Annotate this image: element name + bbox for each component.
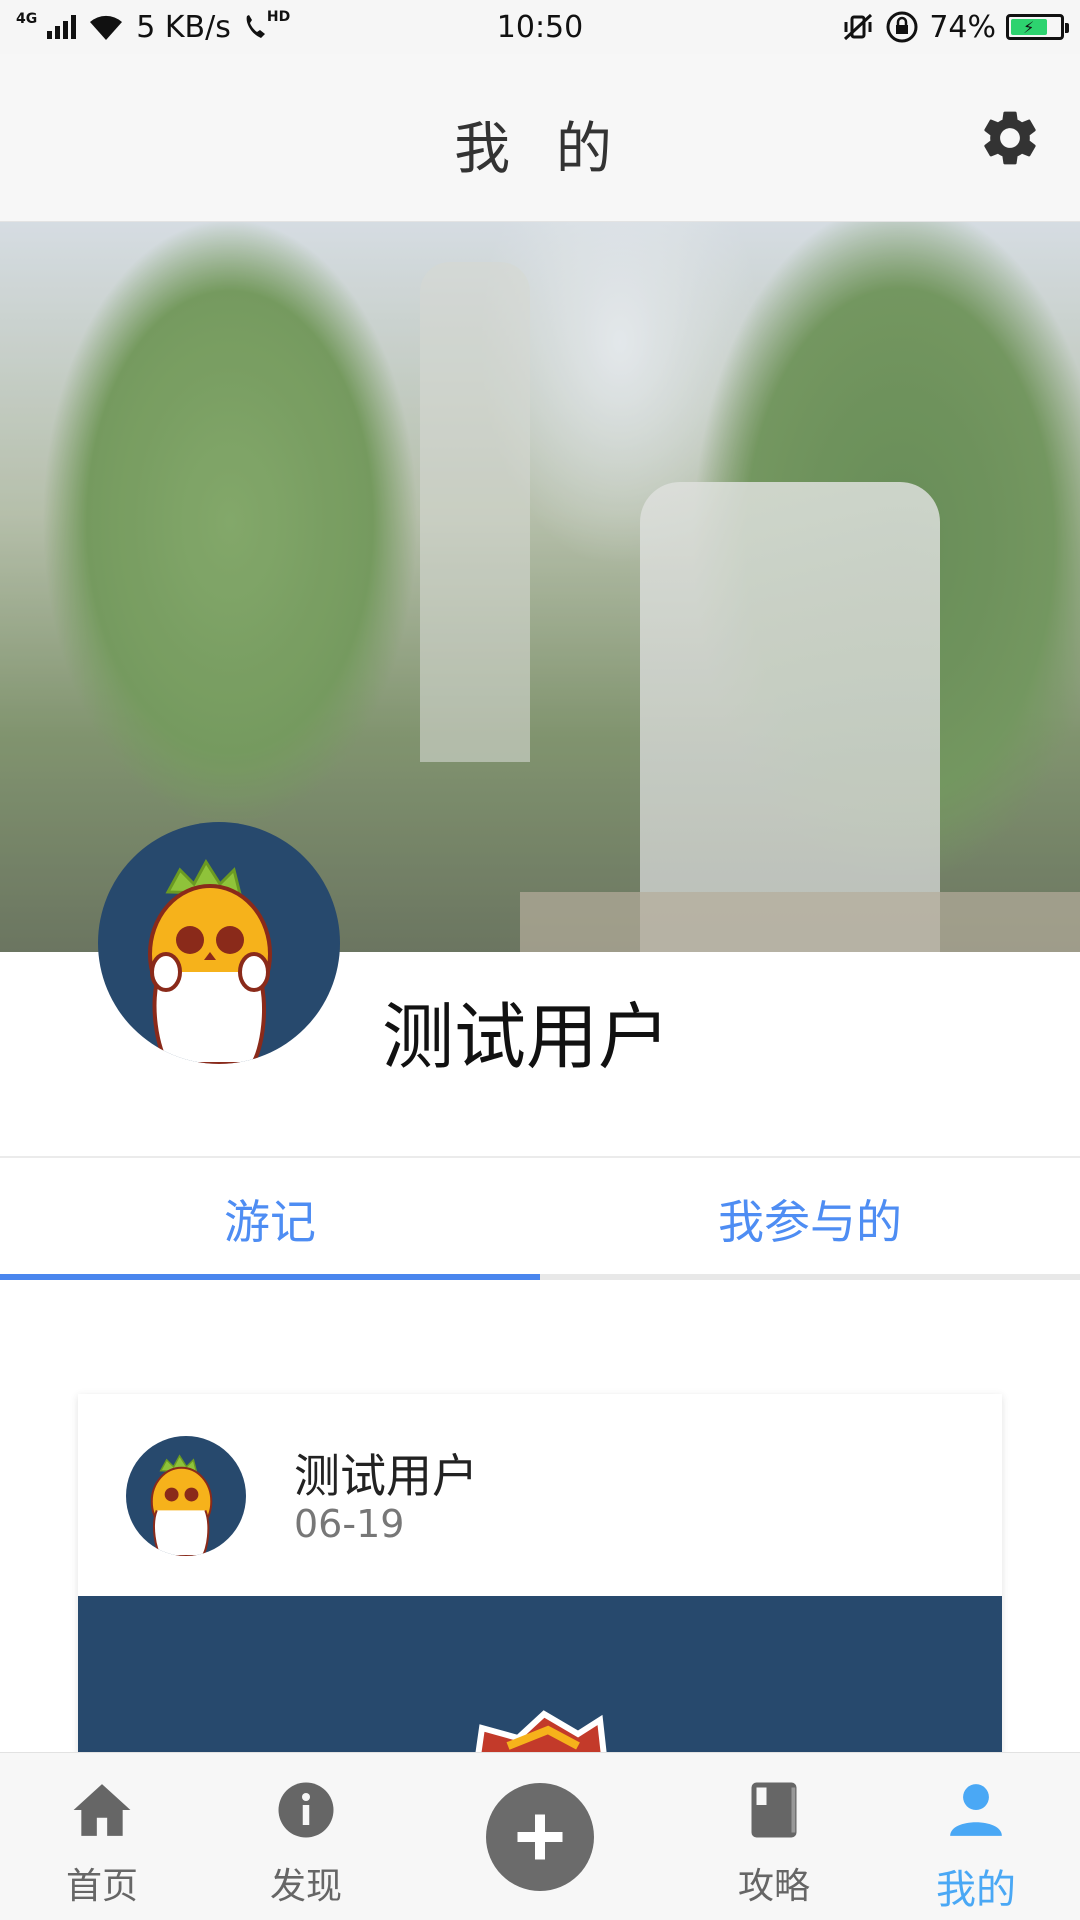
status-bar: 4G 5 KB/s HD 10:50 74% ⚡ [0, 0, 1080, 54]
battery-icon: ⚡ [1006, 14, 1069, 40]
book-icon [739, 1775, 809, 1845]
battery-fill: ⚡ [1011, 18, 1047, 37]
status-right: 74% ⚡ [540, 9, 1069, 45]
card-cover-image[interactable] [78, 1596, 1002, 1754]
profile-avatar[interactable] [98, 822, 340, 1064]
wifi-icon [90, 15, 123, 40]
plus-icon [517, 1814, 563, 1860]
card-date: 06-19 [294, 1502, 405, 1546]
settings-button[interactable] [970, 98, 1050, 178]
card-avatar[interactable] [126, 1436, 246, 1556]
tab-indicator [540, 1274, 1080, 1280]
pineapple-avatar-icon [150, 1454, 213, 1556]
rotation-lock-icon [886, 11, 918, 43]
nav-label: 发现 [269, 1866, 342, 1907]
gear-icon [984, 111, 1036, 165]
vibrate-icon [844, 13, 873, 41]
nav-label: 攻略 [737, 1866, 810, 1907]
network-type: 4G [16, 11, 38, 27]
app-header: 我 的 [0, 54, 1080, 222]
add-post-button[interactable] [486, 1783, 594, 1891]
info-icon [271, 1775, 341, 1845]
home-icon [67, 1775, 137, 1845]
crown-icon [475, 1710, 607, 1754]
nav-discover[interactable]: 发现 [206, 1753, 406, 1920]
nav-label: 首页 [65, 1866, 138, 1907]
person-icon [941, 1775, 1011, 1845]
nav-label: 我的 [936, 1867, 1016, 1913]
tab-indicator [0, 1274, 540, 1280]
signal-icon [47, 15, 77, 39]
profile-username: 测试用户 [382, 995, 671, 1079]
nav-guides[interactable]: 攻略 [674, 1753, 874, 1920]
pineapple-avatar-icon [148, 859, 272, 1064]
card-author-name: 测试用户 [294, 1449, 478, 1503]
bottom-nav: 首页 发现 攻略 我的 [0, 1752, 1080, 1920]
nav-home[interactable]: 首页 [2, 1753, 202, 1920]
battery-percent: 74% [929, 9, 996, 45]
tab-bar: 游记 我参与的 [0, 1156, 1080, 1280]
tab-participated[interactable]: 我参与的 [540, 1158, 1080, 1280]
page-title: 我 的 [454, 117, 626, 182]
status-left: 4G 5 KB/s HD [16, 9, 540, 45]
network-speed: 5 KB/s [136, 9, 231, 45]
hd-label: HD [266, 9, 291, 25]
nav-mine[interactable]: 我的 [876, 1753, 1076, 1920]
tab-travel-notes[interactable]: 游记 [0, 1158, 540, 1280]
tab-label: 我参与的 [718, 1195, 902, 1249]
post-card[interactable]: 测试用户 06-19 [78, 1394, 1002, 1754]
tab-label: 游记 [224, 1195, 316, 1249]
